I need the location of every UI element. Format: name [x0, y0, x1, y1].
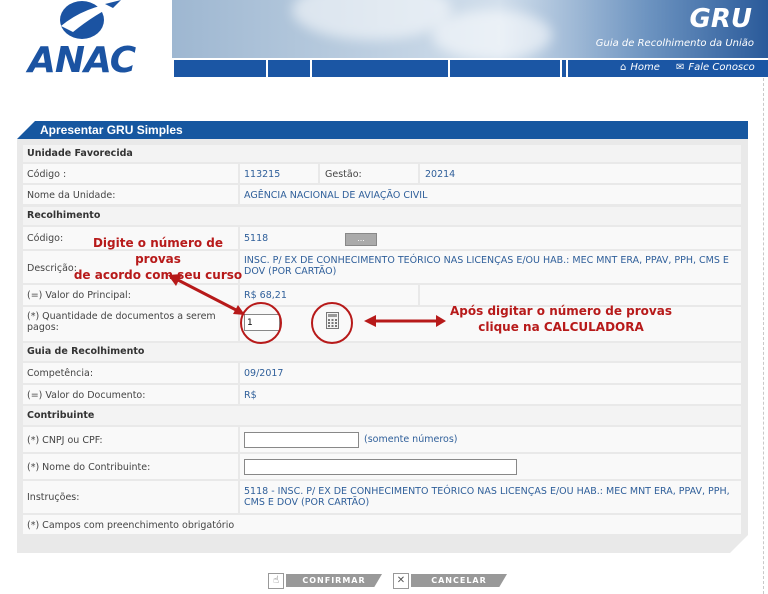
codigo-value: 113215: [244, 169, 281, 180]
row-instrucoes: Instruções: 5118 - INSC. P/ EX DE CONHEC…: [23, 481, 741, 513]
cancel-button[interactable]: CANCELAR: [411, 574, 507, 587]
nome-contribuinte-label: (*) Nome do Contribuinte:: [27, 462, 151, 473]
confirm-button[interactable]: CONFIRMAR: [286, 574, 382, 587]
home-icon: ⌂: [620, 62, 627, 73]
row-unidade-nome: Nome da Unidade: AGÊNCIA NACIONAL DE AVI…: [23, 185, 741, 204]
app-title: GRU: [689, 4, 752, 34]
nav-bar: ⌂ Home ✉ Fale Conosco: [172, 60, 768, 77]
row-unidade-codigo: Código : 113215 Gestão: 20214: [23, 164, 741, 183]
panel-tab-notch: [17, 121, 35, 139]
codigo-label: Código :: [27, 169, 67, 180]
recolhimento-codigo-label: Código:: [27, 233, 64, 244]
panel-corner: [730, 535, 748, 553]
section-guia: Guia de Recolhimento: [23, 343, 741, 361]
annotation-right-line2: clique na CALCULADORA: [478, 320, 644, 334]
gestao-label: Gestão:: [325, 169, 362, 180]
instrucoes-value: 5118 - INSC. P/ EX DE CONHECIMENTO TEÓRI…: [244, 486, 730, 508]
section-title: Unidade Favorecida: [27, 148, 133, 159]
section-recolhimento: Recolhimento: [23, 207, 741, 225]
required-fields-note: (*) Campos com preenchimento obrigatório: [27, 520, 235, 531]
annotation-left-line1: Digite o número de provas: [92, 236, 224, 266]
anac-globe-icon: [60, 0, 121, 39]
cancel-x-icon[interactable]: ✕: [393, 573, 409, 589]
descricao-value: INSC. P/ EX DE CONHECIMENTO TEÓRICO NAS …: [244, 255, 729, 277]
row-footer-note: (*) Campos com preenchimento obrigatório: [23, 515, 741, 534]
cnpj-label: (*) CNPJ ou CPF:: [27, 435, 103, 446]
quantidade-label: (*) Quantidade de documentos a serem pag…: [27, 311, 216, 333]
annotation-left-line2: de acordo com seu curso: [73, 268, 243, 282]
row-valor-documento: (=) Valor do Documento: R$: [23, 385, 741, 404]
cnpj-hint: (somente números): [364, 434, 458, 445]
annotation-left: Digite o número de provas de acordo com …: [70, 235, 246, 283]
annotation-right-line1: Após digitar o número de provas: [450, 304, 672, 318]
row-cnpj: (*) CNPJ ou CPF: (somente números): [23, 427, 741, 452]
nav-home-label: Home: [630, 62, 660, 73]
competencia-value: 09/2017: [244, 368, 284, 379]
valor-principal-value: R$ 68,21: [244, 290, 287, 301]
logo-text: ANAC: [28, 40, 136, 81]
recolhimento-codigo-value: 5118: [244, 233, 269, 244]
quantidade-input[interactable]: [244, 314, 280, 331]
section-title: Recolhimento: [27, 210, 101, 221]
calculator-icon[interactable]: [326, 312, 339, 329]
valor-documento-value: R$: [244, 390, 257, 401]
nome-unidade-value: AGÊNCIA NACIONAL DE AVIAÇÃO CIVIL: [244, 190, 428, 201]
cnpj-cpf-input[interactable]: [244, 432, 359, 448]
lookup-button[interactable]: ...: [345, 233, 377, 246]
section-contribuinte: Contribuinte: [23, 406, 741, 425]
nome-contribuinte-input[interactable]: [244, 459, 517, 475]
section-unidade: Unidade Favorecida: [23, 145, 741, 162]
confirm-hand-icon[interactable]: ☝: [268, 573, 284, 589]
app-subtitle: Guia de Recolhimento da União: [595, 38, 754, 49]
instrucoes-label: Instruções:: [27, 492, 80, 503]
competencia-label: Competência:: [27, 368, 94, 379]
section-title: Guia de Recolhimento: [27, 346, 145, 357]
section-title: Contribuinte: [27, 410, 95, 421]
annotation-right: Após digitar o número de provas clique n…: [448, 303, 674, 335]
valor-principal-label: (=) Valor do Principal:: [27, 290, 131, 301]
nav-contact-label: Fale Conosco: [688, 62, 755, 73]
panel-title: Apresentar GRU Simples: [40, 123, 183, 137]
header-banner: GRU Guia de Recolhimento da União: [172, 0, 768, 58]
page-border: [763, 78, 764, 594]
mail-icon: ✉: [676, 62, 685, 73]
valor-documento-label: (=) Valor do Documento:: [27, 390, 146, 401]
nav-contact-link[interactable]: ✉ Fale Conosco: [676, 62, 755, 73]
gestao-value: 20214: [425, 169, 456, 180]
anac-logo[interactable]: ANAC: [0, 0, 172, 81]
nome-unidade-label: Nome da Unidade:: [27, 190, 116, 201]
row-competencia: Competência: 09/2017: [23, 363, 741, 383]
row-valor-principal: (=) Valor do Principal: R$ 68,21: [23, 285, 741, 305]
nav-home-link[interactable]: ⌂ Home: [620, 62, 660, 73]
